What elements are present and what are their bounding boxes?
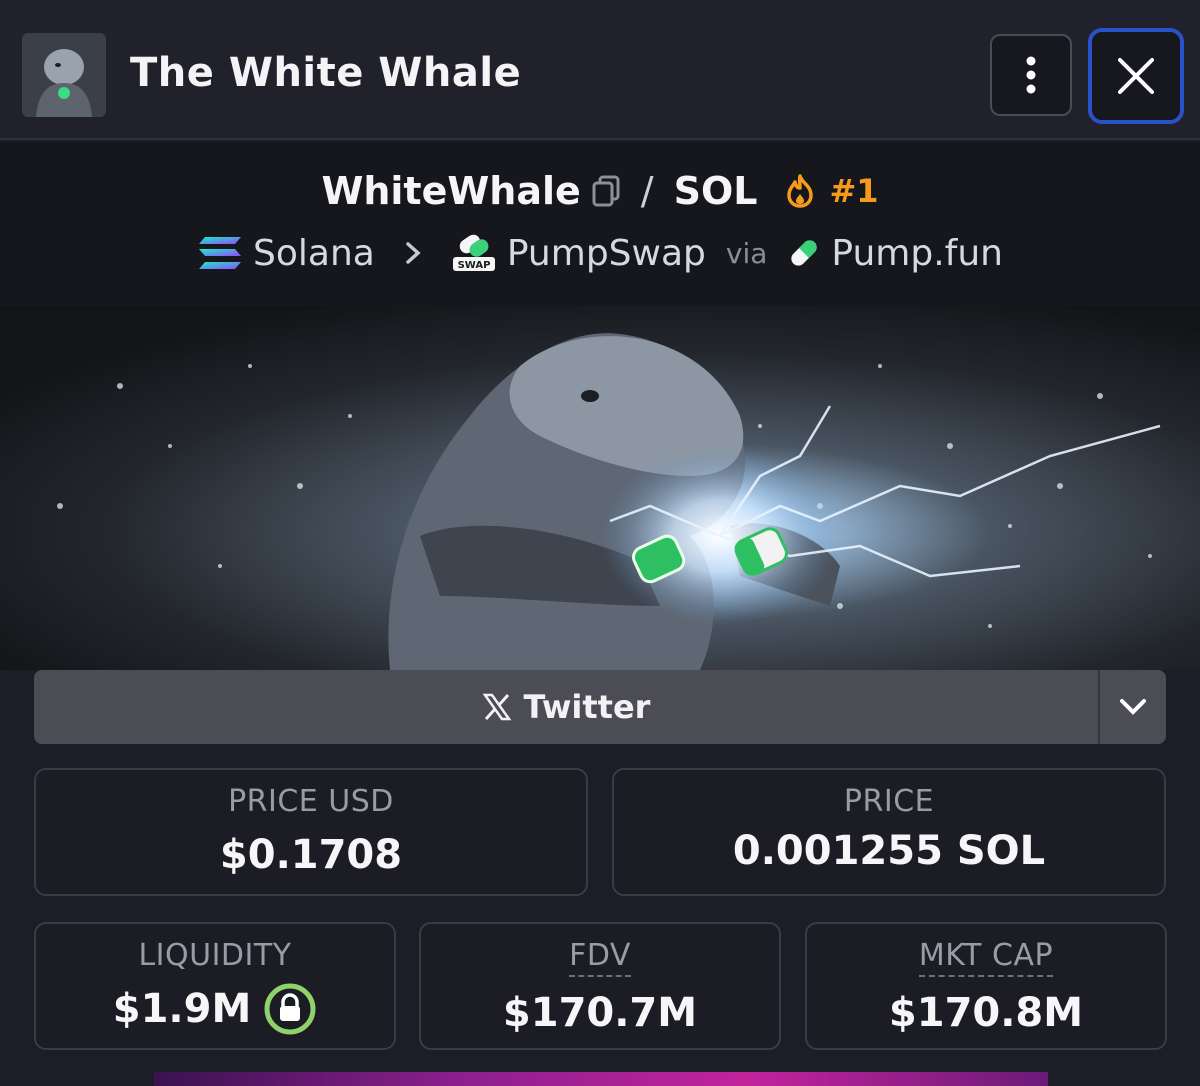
liquidity-card: LIQUIDITY $1.9M — [34, 922, 396, 1050]
mkt-cap-value: $170.8M — [888, 990, 1084, 1036]
price-usd-label: PRICE USD — [228, 784, 394, 819]
chevron-right-icon — [406, 242, 421, 264]
mkt-cap-card: MKT CAP $170.8M — [805, 922, 1167, 1050]
flame-icon — [787, 174, 814, 208]
liquidity-value: $1.9M — [112, 986, 252, 1032]
pumpfun-icon — [791, 240, 818, 266]
pumpswap-icon: SWAP — [452, 234, 495, 271]
fdv-value: $170.7M — [502, 990, 698, 1036]
svg-text:SWAP: SWAP — [457, 260, 490, 271]
pair-info-panel: WhiteWhale / SOL #1 Solana SWAP PumpSwap… — [0, 142, 1200, 306]
top-bar: The White Whale — [0, 0, 1200, 140]
liquidity-label: LIQUIDITY — [138, 938, 292, 973]
via-label: via — [725, 236, 768, 270]
dex-name[interactable]: PumpSwap — [507, 233, 706, 274]
close-button[interactable] — [1088, 28, 1184, 124]
bottom-banner-strip — [154, 1072, 1048, 1086]
token-avatar — [22, 33, 106, 117]
fdv-label[interactable]: FDV — [421, 938, 779, 977]
page-title: The White Whale — [130, 50, 522, 96]
pair-quote-symbol: SOL — [673, 169, 758, 213]
pair-separator: / — [640, 169, 654, 213]
lock-icon[interactable] — [263, 982, 317, 1036]
more-options-button[interactable] — [990, 34, 1072, 116]
social-links-bar: Twitter — [34, 670, 1166, 744]
twitter-label: Twitter — [523, 688, 651, 726]
trending-rank: #1 — [829, 172, 879, 210]
mkt-cap-label[interactable]: MKT CAP — [807, 938, 1165, 977]
launchpad-name[interactable]: Pump.fun — [831, 233, 1003, 274]
pair-base-symbol: WhiteWhale — [321, 169, 581, 213]
copy-icon[interactable] — [591, 174, 621, 208]
solana-icon — [199, 237, 242, 269]
price-value: 0.001255 SOL — [732, 828, 1046, 874]
x-logo-icon — [482, 693, 511, 721]
close-icon — [1118, 58, 1154, 94]
price-usd-value: $0.1708 — [219, 832, 403, 878]
chevron-down-icon — [1120, 699, 1146, 715]
token-banner-image — [0, 306, 1200, 670]
fdv-card: FDV $170.7M — [419, 922, 781, 1050]
price-usd-card: PRICE USD $0.1708 — [34, 768, 588, 896]
route-row: Solana SWAP PumpSwap via Pump.fun — [0, 228, 1200, 278]
vertical-dots-icon — [1026, 56, 1036, 94]
price-card: PRICE 0.001255 SOL — [612, 768, 1166, 896]
social-dropdown-button[interactable] — [1098, 670, 1166, 744]
liquidity-value-row: $1.9M — [36, 982, 394, 1036]
price-label: PRICE — [843, 784, 935, 819]
chain-name[interactable]: Solana — [253, 233, 375, 274]
twitter-button[interactable]: Twitter — [34, 670, 1098, 744]
pair-row: WhiteWhale / SOL #1 — [0, 166, 1200, 216]
